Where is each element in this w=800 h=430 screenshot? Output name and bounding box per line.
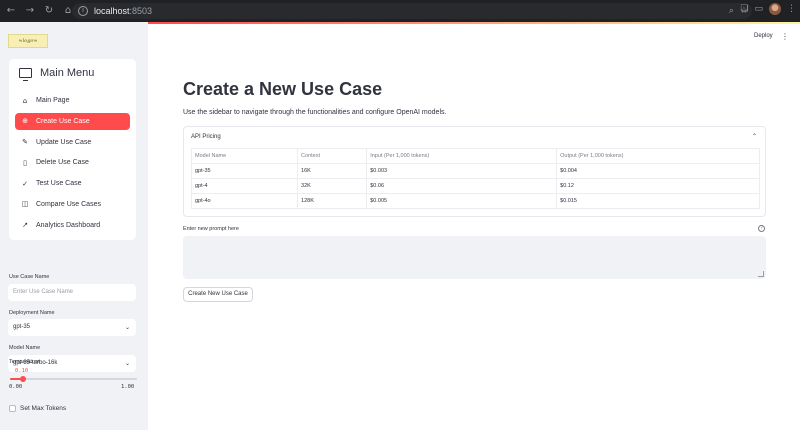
table-cell: $0.12 — [556, 178, 760, 194]
chevron-up-icon[interactable]: ⌃ — [752, 133, 757, 140]
use-case-name-input[interactable]: Enter Use Case Name — [8, 284, 136, 301]
menu-header: Main Menu — [19, 67, 95, 81]
chrome-menu-icon[interactable]: ⋮ — [787, 4, 796, 14]
model-name-label: Model Name — [9, 345, 41, 351]
sidebar-item-compare-use-cases[interactable]: ◫ Compare Use Cases — [15, 196, 130, 213]
pricing-table: Model Name Context Input (Per 1,000 tokens… — [190, 148, 760, 209]
create-use-case-button[interactable]: Create New Use Case — [183, 287, 253, 302]
help-icon[interactable]: ? — [758, 225, 765, 232]
main-menu-kebab-icon[interactable]: ⋮ — [781, 32, 789, 41]
app-logo: ≈logo≈ — [8, 34, 48, 48]
temperature-slider-handle[interactable] — [19, 376, 26, 382]
table-cell: gpt-35 — [190, 163, 299, 179]
pricing-column-header: Context — [297, 148, 368, 164]
sidebar-item-create-use-case[interactable]: ⊕ Create Use Case — [15, 112, 130, 130]
prompt-textarea[interactable] — [183, 236, 766, 279]
check-circle-icon: ✓ — [22, 179, 28, 188]
temperature-label: Temperature — [9, 359, 40, 365]
table-cell: $0.005 — [366, 193, 558, 209]
table-cell: gpt-4o — [190, 193, 299, 209]
chevron-down-icon: ⌄ — [124, 324, 130, 331]
sidebar-item-test-use-case[interactable]: ✓ Test Use Case — [15, 175, 130, 192]
edit-icon: ✎ — [22, 138, 28, 147]
chart-icon: ↗ — [22, 221, 28, 230]
table-row: gpt-35 16K $0.003 $0.004 — [190, 163, 760, 179]
url-host: localhost — [94, 6, 130, 16]
zoom-icon[interactable]: ⌕ — [729, 5, 734, 17]
monitor-icon — [19, 68, 32, 81]
screen: ← → ↻ ⌂ i localhost :8503 ⌕ ☆ ❏ ▭ ⋮ ≈log… — [0, 0, 800, 430]
temperature-max: 1.00 — [121, 384, 135, 390]
forward-icon[interactable]: → — [22, 3, 38, 19]
table-cell: gpt-4 — [190, 178, 299, 194]
table-cell: $0.06 — [366, 178, 558, 194]
table-cell: $0.003 — [366, 163, 558, 179]
pricing-column-header: Output (Per 1,000 tokens) — [556, 148, 760, 164]
max-tokens-label: Set Max Tokens — [20, 405, 67, 412]
sidebar-item-label: Main Page — [36, 97, 70, 104]
table-row: gpt-4 32K $0.06 $0.12 — [190, 178, 760, 194]
table-row: gpt-4o 128K $0.005 $0.015 — [190, 193, 760, 209]
sidebar-item-label: Compare Use Cases — [36, 200, 101, 208]
streamlit-app: ≈logo≈ Main Menu ⌂ Main Page ⊕ Create Use C… — [0, 22, 800, 430]
deployment-name-value: gpt-35 — [13, 324, 31, 330]
trash-icon: ▯ — [23, 158, 27, 167]
table-cell: 32K — [297, 178, 368, 194]
sidebar-item-delete-use-case[interactable]: ▯ Delete Use Case — [15, 154, 130, 171]
api-pricing-header[interactable]: API Pricing — [191, 134, 221, 140]
page-subtitle: Use the sidebar to navigate through the … — [183, 109, 447, 116]
site-info-icon[interactable]: i — [78, 6, 88, 16]
menu-title: Main Menu — [40, 67, 95, 79]
deployment-name-label: Deployment Name — [9, 310, 55, 316]
table-cell: $0.015 — [556, 193, 760, 209]
sidebar-item-label: Test Use Case — [36, 180, 82, 188]
temperature-slider-track[interactable] — [10, 378, 137, 380]
url-port: :8503 — [129, 6, 153, 16]
address-bar[interactable]: i localhost :8503 ⌕ ☆ — [72, 3, 752, 19]
reload-icon[interactable]: ↻ — [41, 3, 57, 19]
pricing-column-header: Input (Per 1,000 tokens) — [366, 148, 558, 164]
max-tokens-checkbox[interactable] — [9, 405, 16, 412]
temperature-min: 0.00 — [9, 384, 23, 390]
browser-toolbar: ← → ↻ ⌂ i localhost :8503 ⌕ ☆ ❏ ▭ ⋮ — [0, 0, 800, 22]
pricing-column-header: Model Name — [190, 148, 299, 164]
use-case-name-label: Use Case Name — [9, 274, 50, 280]
header-decoration — [148, 22, 800, 24]
sidepanel-icon[interactable]: ▭ — [754, 4, 763, 14]
sidebar-item-label: Analytics Dashboard — [36, 221, 101, 229]
sidebar-item-analytics-dashboard[interactable]: ↗ Analytics Dashboard — [15, 217, 130, 234]
profile-avatar[interactable] — [769, 3, 781, 15]
back-icon[interactable]: ← — [3, 3, 19, 19]
sidebar-item-update-use-case[interactable]: ✎ Update Use Case — [15, 134, 130, 151]
table-cell: 128K — [297, 193, 368, 209]
deployment-name-select[interactable]: gpt-35 ⌄ — [8, 319, 136, 336]
prompt-label: Enter new prompt here — [183, 226, 239, 232]
pricing-table-body: gpt-35 16K $0.003 $0.004 gpt-4 32K $0.06 $0.12 g… — [190, 163, 760, 209]
table-cell: 16K — [297, 163, 368, 179]
table-cell: $0.004 — [556, 163, 760, 179]
main-menu-card: Main Menu ⌂ Main Page ⊕ Create Use Case ✎ Upd… — [9, 59, 136, 240]
plus-circle-icon: ⊕ — [22, 117, 28, 126]
api-pricing-expander: API Pricing ⌃ Model Name Context Input (Pe… — [183, 126, 766, 217]
columns-icon: ◫ — [21, 200, 29, 209]
deploy-button[interactable]: Deploy — [754, 33, 773, 39]
sidebar-item-label: Delete Use Case — [36, 159, 89, 167]
menu-items: ⌂ Main Page ⊕ Create Use Case ✎ Update Use Ca… — [15, 92, 130, 238]
temperature-value: 0.10 — [15, 368, 29, 374]
sidebar-item-label: Create Use Case — [36, 117, 90, 125]
sidebar-item-label: Update Use Case — [36, 138, 92, 146]
extensions-icon[interactable]: ❏ — [740, 4, 748, 14]
pricing-table-header: Model Name Context Input (Per 1,000 tokens… — [190, 148, 760, 164]
sidebar: ≈logo≈ Main Menu ⌂ Main Page ⊕ Create Use C… — [0, 22, 148, 430]
house-icon: ⌂ — [22, 96, 28, 105]
sidebar-item-main-page[interactable]: ⌂ Main Page — [15, 92, 130, 109]
page-title: Create a New Use Case — [183, 79, 383, 99]
chevron-down-icon: ⌄ — [124, 360, 130, 367]
